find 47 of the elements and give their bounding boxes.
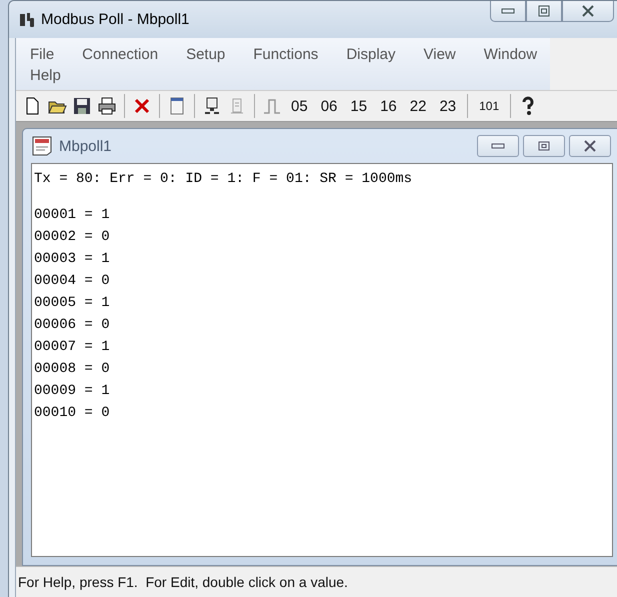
maximize-button[interactable] [523, 135, 565, 157]
menu-item[interactable]: File [30, 46, 54, 63]
register-value[interactable]: 00002 = 0 [34, 226, 110, 248]
minimize-icon [491, 143, 505, 149]
menu-item[interactable]: View [424, 46, 456, 63]
close-icon [583, 140, 597, 152]
status-text: For Help, press F1. For Edit, double click on a value. [18, 574, 348, 590]
printer-icon[interactable] [97, 96, 117, 116]
register-value[interactable]: 00007 = 1 [34, 336, 110, 358]
register-value[interactable]: 00006 = 0 [34, 314, 110, 336]
function-button[interactable]: 15 [346, 94, 372, 118]
register-value[interactable]: 00008 = 0 [34, 358, 110, 380]
function-button[interactable]: 16 [376, 94, 401, 118]
function-button[interactable]: 06 [316, 94, 342, 118]
close-icon [581, 5, 595, 17]
document-icon [31, 136, 53, 156]
minimize-icon [501, 8, 515, 14]
minimize-button[interactable] [477, 135, 519, 157]
menu-item[interactable]: Display [346, 46, 396, 63]
menu-item[interactable]: Connection [82, 46, 158, 63]
address-button[interactable]: 101 [475, 94, 504, 118]
menu-item[interactable]: Window [484, 46, 538, 63]
register-value[interactable]: 00003 = 1 [34, 248, 110, 270]
register-value[interactable]: 00001 = 1 [34, 204, 110, 226]
app-icon [19, 12, 35, 28]
maximize-icon [538, 141, 550, 151]
delete-icon[interactable] [132, 96, 152, 116]
register-value[interactable]: 00010 = 0 [34, 402, 110, 424]
menu-item[interactable]: Setup [186, 46, 226, 63]
register-value[interactable]: 00005 = 1 [34, 292, 110, 314]
menu-item[interactable]: Help [30, 67, 61, 84]
save-icon[interactable] [72, 96, 92, 116]
close-button[interactable] [562, 1, 614, 22]
function-button[interactable]: 22 [406, 94, 430, 118]
function-button[interactable]: 05 [287, 94, 312, 118]
maximize-icon [538, 5, 550, 17]
maximize-button[interactable] [526, 1, 562, 22]
register-value[interactable]: 00004 = 0 [34, 270, 110, 292]
poll-summary: Tx = 80: Err = 0: ID = 1: F = 01: SR = 1000ms [34, 170, 412, 189]
connect-icon[interactable] [202, 96, 222, 116]
menu-item[interactable]: Functions [253, 46, 318, 63]
minimize-button[interactable] [490, 1, 526, 22]
document-title: Mbpoll1 [59, 138, 112, 154]
function-button[interactable]: 23 [435, 94, 460, 118]
close-button[interactable] [569, 135, 611, 157]
register-value[interactable]: 00009 = 1 [34, 380, 110, 402]
window-title: Modbus Poll - Mbpoll1 [41, 11, 190, 28]
